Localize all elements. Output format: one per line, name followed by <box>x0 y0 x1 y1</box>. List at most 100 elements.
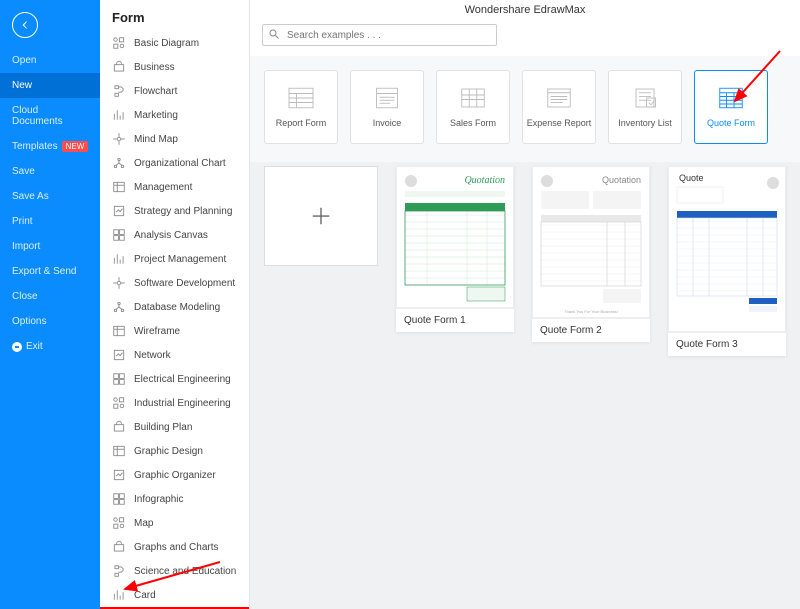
category-organizational-chart[interactable]: Organizational Chart <box>100 151 249 175</box>
blank-template-card[interactable] <box>264 166 378 266</box>
template-card-3[interactable]: QuoteQuote Form 3 <box>668 166 786 356</box>
category-icon <box>112 204 126 218</box>
nav-cloud-documents[interactable]: Cloud Documents <box>0 98 100 134</box>
type-card-sales-form[interactable]: Sales Form <box>436 70 510 144</box>
category-label: Analysis Canvas <box>134 230 208 241</box>
category-project-management[interactable]: Project Management <box>100 247 249 271</box>
category-business[interactable]: Business <box>100 55 249 79</box>
category-icon <box>112 420 126 434</box>
category-strategy-and-planning[interactable]: Strategy and Planning <box>100 199 249 223</box>
nav-templates[interactable]: TemplatesNEW <box>0 134 100 159</box>
category-card[interactable]: Card <box>100 583 249 607</box>
back-button[interactable] <box>12 12 38 38</box>
svg-text:Quotation: Quotation <box>602 175 641 185</box>
type-card-quote-form[interactable]: Quote Form <box>694 70 768 144</box>
category-icon <box>112 228 126 242</box>
nav-save[interactable]: Save <box>0 159 100 184</box>
template-card-2[interactable]: QuotationThank You For Your Business!Quo… <box>532 166 650 342</box>
category-graphic-organizer[interactable]: Graphic Organizer <box>100 463 249 487</box>
nav-print[interactable]: Print <box>0 209 100 234</box>
category-label: Science and Education <box>134 566 236 577</box>
form-type-icon <box>458 86 488 110</box>
category-network[interactable]: Network <box>100 343 249 367</box>
category-icon <box>112 444 126 458</box>
category-title: Form <box>100 0 249 31</box>
category-software-development[interactable]: Software Development <box>100 271 249 295</box>
nav-exit[interactable]: Exit <box>0 334 100 359</box>
category-label: Marketing <box>134 110 178 121</box>
category-icon <box>112 84 126 98</box>
category-icon <box>112 180 126 194</box>
file-menu-sidebar: Open New Cloud Documents TemplatesNEW Sa… <box>0 0 100 609</box>
plus-icon <box>310 205 332 227</box>
category-label: Flowchart <box>134 86 177 97</box>
category-management[interactable]: Management <box>100 175 249 199</box>
category-label: Mind Map <box>134 134 178 145</box>
template-thumbnail: QuotationThank You For Your Business! <box>532 166 650 318</box>
category-label: Software Development <box>134 278 235 289</box>
type-card-report-form[interactable]: Report Form <box>264 70 338 144</box>
category-label: Map <box>134 518 153 529</box>
type-card-inventory-list[interactable]: Inventory List <box>608 70 682 144</box>
search-icon <box>268 28 280 40</box>
category-science-and-education[interactable]: Science and Education <box>100 559 249 583</box>
category-electrical-engineering[interactable]: Electrical Engineering <box>100 367 249 391</box>
template-card-1[interactable]: QuotationQuote Form 1 <box>396 166 514 332</box>
category-icon <box>112 372 126 386</box>
category-mind-map[interactable]: Mind Map <box>100 127 249 151</box>
category-label: Basic Diagram <box>134 38 199 49</box>
category-flowchart[interactable]: Flowchart <box>100 79 249 103</box>
main-area: Wondershare EdrawMax Report FormInvoiceS… <box>250 0 800 609</box>
category-graphic-design[interactable]: Graphic Design <box>100 439 249 463</box>
category-icon <box>112 516 126 530</box>
category-map[interactable]: Map <box>100 511 249 535</box>
category-label: Electrical Engineering <box>134 374 231 385</box>
nav-close[interactable]: Close <box>0 284 100 309</box>
category-graphs-and-charts[interactable]: Graphs and Charts <box>100 535 249 559</box>
category-icon <box>112 348 126 362</box>
type-card-invoice[interactable]: Invoice <box>350 70 424 144</box>
category-marketing[interactable]: Marketing <box>100 103 249 127</box>
category-wireframe[interactable]: Wireframe <box>100 319 249 343</box>
category-label: Project Management <box>134 254 226 265</box>
category-icon <box>112 468 126 482</box>
exit-icon <box>12 342 22 352</box>
type-card-label: Quote Form <box>707 118 755 128</box>
nav-options[interactable]: Options <box>0 309 100 334</box>
form-type-icon <box>372 86 402 110</box>
category-industrial-engineering[interactable]: Industrial Engineering <box>100 391 249 415</box>
nav-new[interactable]: New <box>0 73 100 98</box>
form-type-icon <box>544 86 574 110</box>
category-icon <box>112 300 126 314</box>
category-database-modeling[interactable]: Database Modeling <box>100 295 249 319</box>
category-icon <box>112 156 126 170</box>
nav-import[interactable]: Import <box>0 234 100 259</box>
template-thumbnail: Quote <box>668 166 786 332</box>
svg-text:Quotation: Quotation <box>464 175 505 186</box>
nav-open[interactable]: Open <box>0 48 100 73</box>
type-card-label: Invoice <box>373 118 402 128</box>
category-building-plan[interactable]: Building Plan <box>100 415 249 439</box>
category-icon <box>112 564 126 578</box>
template-label: Quote Form 2 <box>532 318 650 342</box>
category-analysis-canvas[interactable]: Analysis Canvas <box>100 223 249 247</box>
type-card-expense-report[interactable]: Expense Report <box>522 70 596 144</box>
category-icon <box>112 252 126 266</box>
category-infographic[interactable]: Infographic <box>100 487 249 511</box>
nav-export-send[interactable]: Export & Send <box>0 259 100 284</box>
category-label: Organizational Chart <box>134 158 226 169</box>
search-input[interactable] <box>262 24 497 46</box>
category-label: Graphic Design <box>134 446 203 457</box>
category-basic-diagram[interactable]: Basic Diagram <box>100 31 249 55</box>
category-label: Database Modeling <box>134 302 220 313</box>
category-label: Building Plan <box>134 422 192 433</box>
category-icon <box>112 132 126 146</box>
type-card-label: Inventory List <box>618 118 672 128</box>
category-label: Industrial Engineering <box>134 398 231 409</box>
category-icon <box>112 36 126 50</box>
nav-save-as[interactable]: Save As <box>0 184 100 209</box>
category-label: Network <box>134 350 171 361</box>
category-icon <box>112 108 126 122</box>
category-panel: Form Basic Diagram Business Flowchart Marke… <box>100 0 250 609</box>
category-icon <box>112 492 126 506</box>
